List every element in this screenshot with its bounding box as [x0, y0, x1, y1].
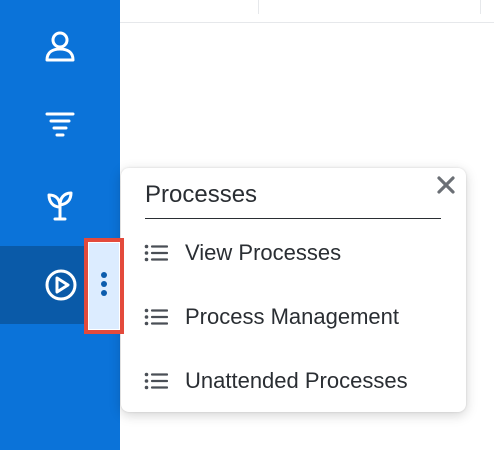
kebab-vertical-icon [100, 271, 108, 302]
funnel-icon [44, 110, 76, 140]
highlight-box [84, 238, 124, 334]
sidebar-item-profile[interactable] [0, 8, 120, 86]
menu-item-label: Unattended Processes [185, 368, 408, 393]
sprout-icon [45, 189, 75, 221]
sidebar-item-filter[interactable] [0, 86, 120, 164]
list-icon [143, 371, 169, 391]
menu-item-label: View Processes [185, 240, 342, 265]
menu-item-unattended-processes[interactable]: Unattended Processes [143, 366, 453, 396]
sidebar-item-processes[interactable] [0, 246, 84, 324]
play-circle-icon [44, 268, 78, 302]
close-icon [436, 175, 456, 200]
processes-popover: Processes View Processes Process Managem… [121, 168, 466, 412]
header-divider [480, 0, 481, 14]
sidebar [0, 0, 120, 450]
list-icon [143, 243, 169, 263]
close-button[interactable] [433, 174, 459, 200]
header-divider [258, 0, 259, 14]
menu-item-label: Process Management [185, 304, 399, 329]
user-icon [43, 30, 77, 64]
sidebar-item-growth[interactable] [0, 166, 120, 244]
popover-title: Processes [145, 180, 441, 219]
more-options-button[interactable] [89, 243, 119, 329]
menu-item-view-processes[interactable]: View Processes [143, 238, 453, 268]
content-header [120, 0, 494, 23]
list-icon [143, 307, 169, 327]
app-screen: Processes View Processes Process Managem… [0, 0, 494, 450]
menu-item-process-management[interactable]: Process Management [143, 302, 453, 332]
